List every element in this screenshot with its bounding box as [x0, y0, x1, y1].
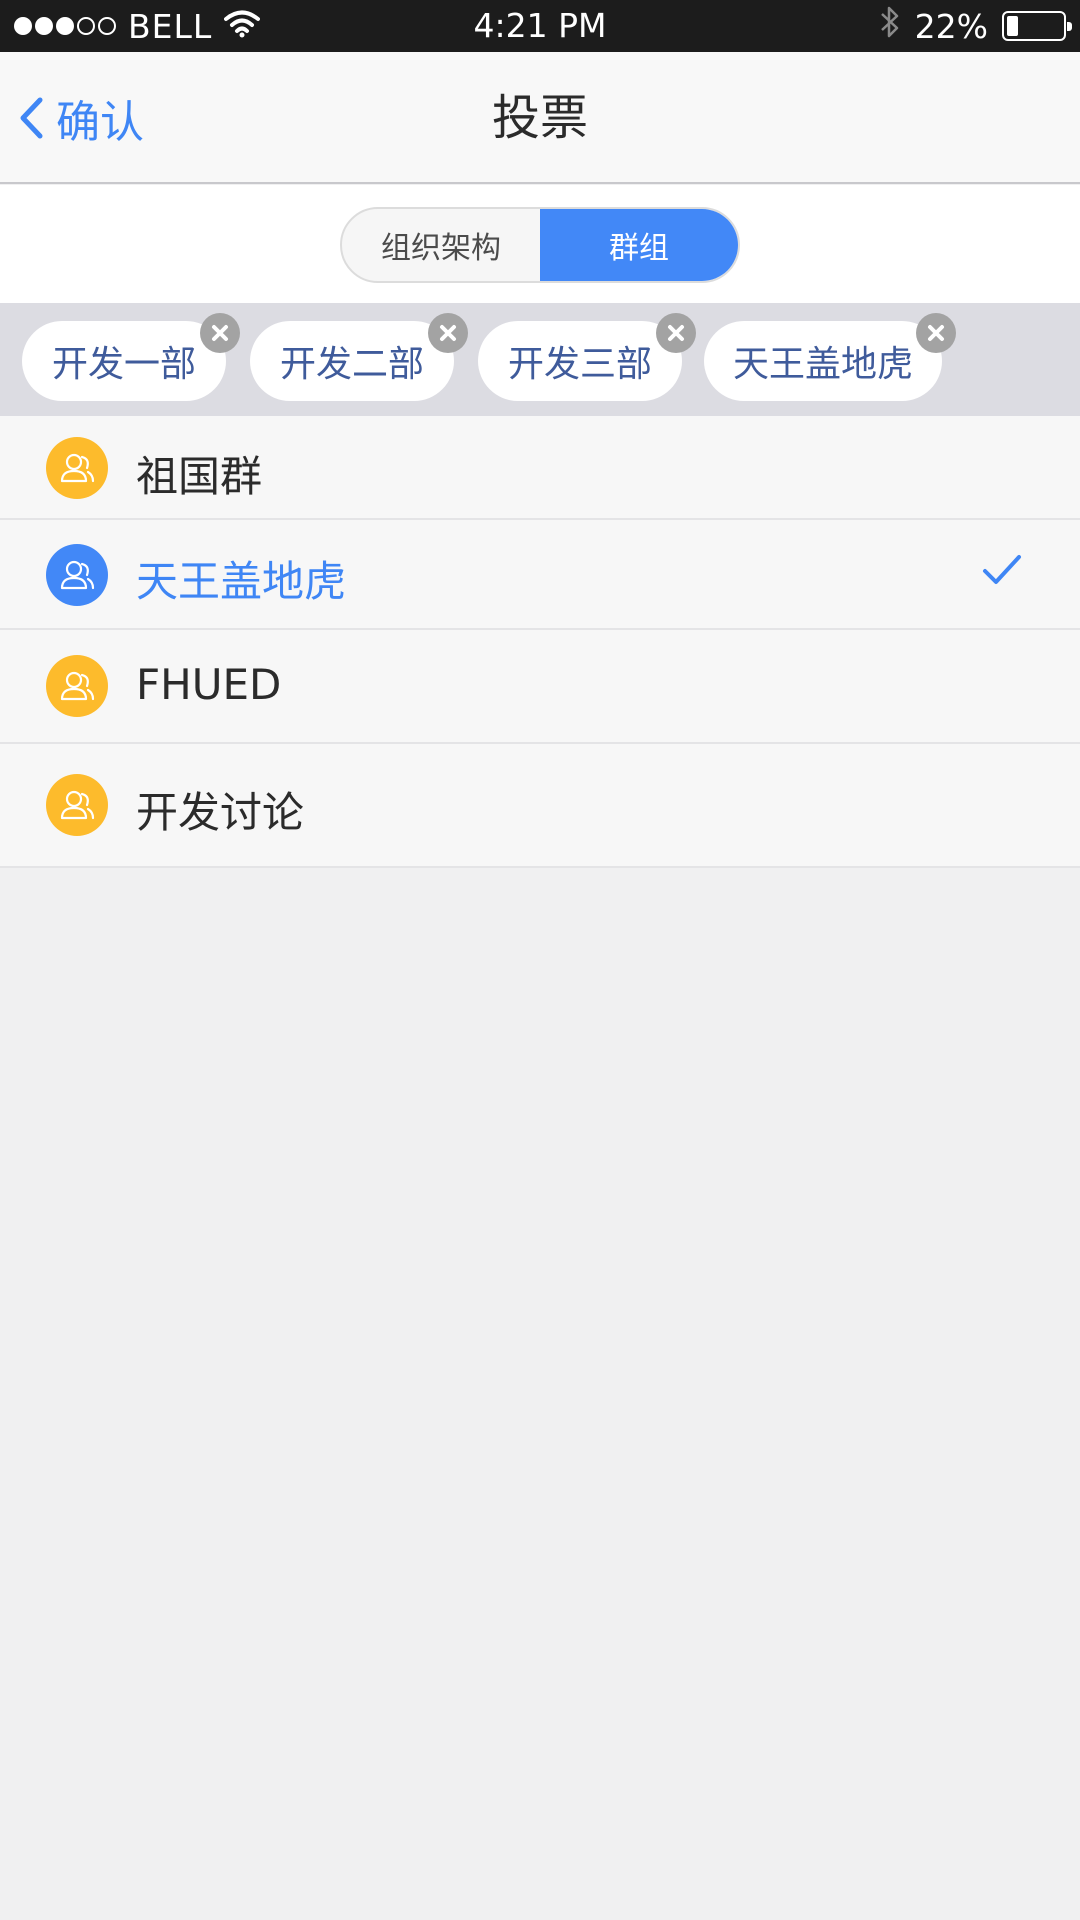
segment-org-structure[interactable]: 组织架构: [342, 209, 540, 281]
segmented-control: 组织架构 群组: [340, 207, 740, 283]
chip-label: 开发一部: [51, 344, 196, 385]
group-avatar-icon: [46, 544, 108, 606]
selected-chip[interactable]: 开发一部: [22, 313, 240, 401]
list-item-label: 开发讨论: [136, 788, 305, 837]
group-avatar-icon: [46, 774, 108, 836]
remove-chip-icon[interactable]: [200, 313, 240, 353]
segment-area: 组织架构 群组: [0, 185, 1080, 303]
group-list: 祖国群 天王盖地虎 FHUED 开发讨论: [0, 416, 1080, 868]
battery-percent: 22%: [914, 6, 988, 46]
group-avatar-icon: [46, 437, 108, 499]
page-title: 投票: [491, 90, 588, 146]
bluetooth-icon: [879, 4, 901, 48]
chip-label: 开发三部: [507, 344, 652, 385]
selected-chips-bar: 开发一部 开发二部 开发三部 天王盖地虎: [0, 303, 1080, 416]
group-avatar-icon: [46, 655, 108, 717]
remove-chip-icon[interactable]: [428, 313, 468, 353]
list-item[interactable]: 开发讨论: [0, 744, 1080, 868]
list-item[interactable]: 天王盖地虎: [0, 520, 1080, 630]
selected-chip[interactable]: 开发二部: [250, 313, 468, 401]
checkmark-icon: [982, 554, 1022, 590]
segment-groups[interactable]: 群组: [540, 209, 738, 281]
list-item-label: 天王盖地虎: [136, 557, 347, 606]
selected-chip[interactable]: 开发三部: [478, 313, 696, 401]
chip-label: 开发二部: [279, 344, 424, 385]
navigation-bar: 确认 投票: [0, 52, 1080, 184]
chip-label: 天王盖地虎: [732, 344, 913, 385]
battery-icon: [1002, 11, 1072, 41]
list-item-label: FHUED: [136, 660, 282, 709]
remove-chip-icon[interactable]: [656, 313, 696, 353]
selected-chip[interactable]: 天王盖地虎: [704, 313, 956, 401]
list-item[interactable]: 祖国群: [0, 416, 1080, 520]
status-bar: BELL 4:21 PM 22%: [0, 0, 1080, 52]
list-item[interactable]: FHUED: [0, 630, 1080, 744]
remove-chip-icon[interactable]: [916, 313, 956, 353]
list-item-label: 祖国群: [136, 452, 263, 501]
